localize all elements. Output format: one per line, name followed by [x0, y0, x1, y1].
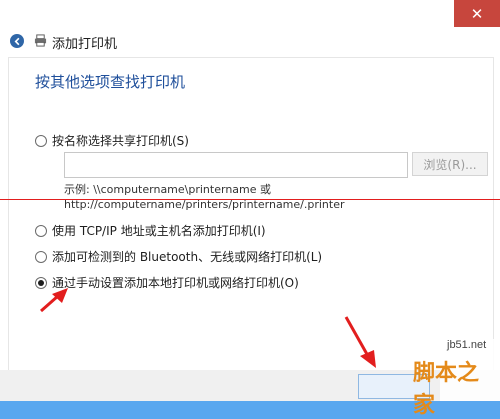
radio-button[interactable] [35, 224, 47, 237]
printer-icon [34, 34, 47, 47]
option-tcpip[interactable]: 使用 TCP/IP 地址或主机名添加打印机(I) [35, 222, 266, 239]
shared-printer-name-input[interactable] [64, 152, 408, 178]
add-printer-window: ✕ 添加打印机 按其他选项查找打印机 按名称选择共享打印机(S) 浏览(R)..… [0, 0, 500, 401]
option-bluetooth-wireless[interactable]: 添加可检测到的 Bluetooth、无线或网络打印机(L) [35, 248, 322, 265]
title-bar: ✕ [0, 0, 500, 27]
watermark-url: jb51.net [447, 339, 487, 351]
back-button[interactable] [10, 34, 24, 48]
annotation-line [0, 199, 500, 200]
close-button[interactable]: ✕ [454, 0, 500, 27]
back-arrow-icon [14, 37, 19, 45]
option-manual-local[interactable]: 通过手动设置添加本地打印机或网络打印机(O) [35, 274, 299, 291]
example-text: 示例: \\computername\printername 或 http://… [64, 182, 345, 212]
annotation-arrow-icon [344, 316, 376, 368]
wizard-header: 添加打印机 [0, 27, 500, 57]
option-label: 使用 TCP/IP 地址或主机名添加打印机(I) [52, 224, 266, 238]
watermark-logo: 脚本之家 [413, 361, 480, 418]
radio-button[interactable] [35, 134, 47, 147]
close-icon: ✕ [470, 4, 484, 23]
page-heading: 按其他选项查找打印机 [35, 73, 186, 91]
radio-button[interactable] [35, 250, 47, 263]
option-label: 添加可检测到的 Bluetooth、无线或网络打印机(L) [52, 250, 323, 264]
option-label: 按名称选择共享打印机(S) [52, 134, 189, 148]
browse-button[interactable]: 浏览(R)... [412, 152, 488, 176]
wizard-title: 添加打印机 [52, 37, 118, 52]
annotation-arrow-icon [40, 288, 68, 313]
option-shared-printer[interactable]: 按名称选择共享打印机(S) [35, 132, 189, 149]
options-panel: 按其他选项查找打印机 按名称选择共享打印机(S) 浏览(R)... 示例: \\… [8, 57, 494, 371]
example-line-1: 示例: \\computername\printername 或 [64, 183, 272, 196]
option-label: 通过手动设置添加本地打印机或网络打印机(O) [52, 276, 299, 290]
